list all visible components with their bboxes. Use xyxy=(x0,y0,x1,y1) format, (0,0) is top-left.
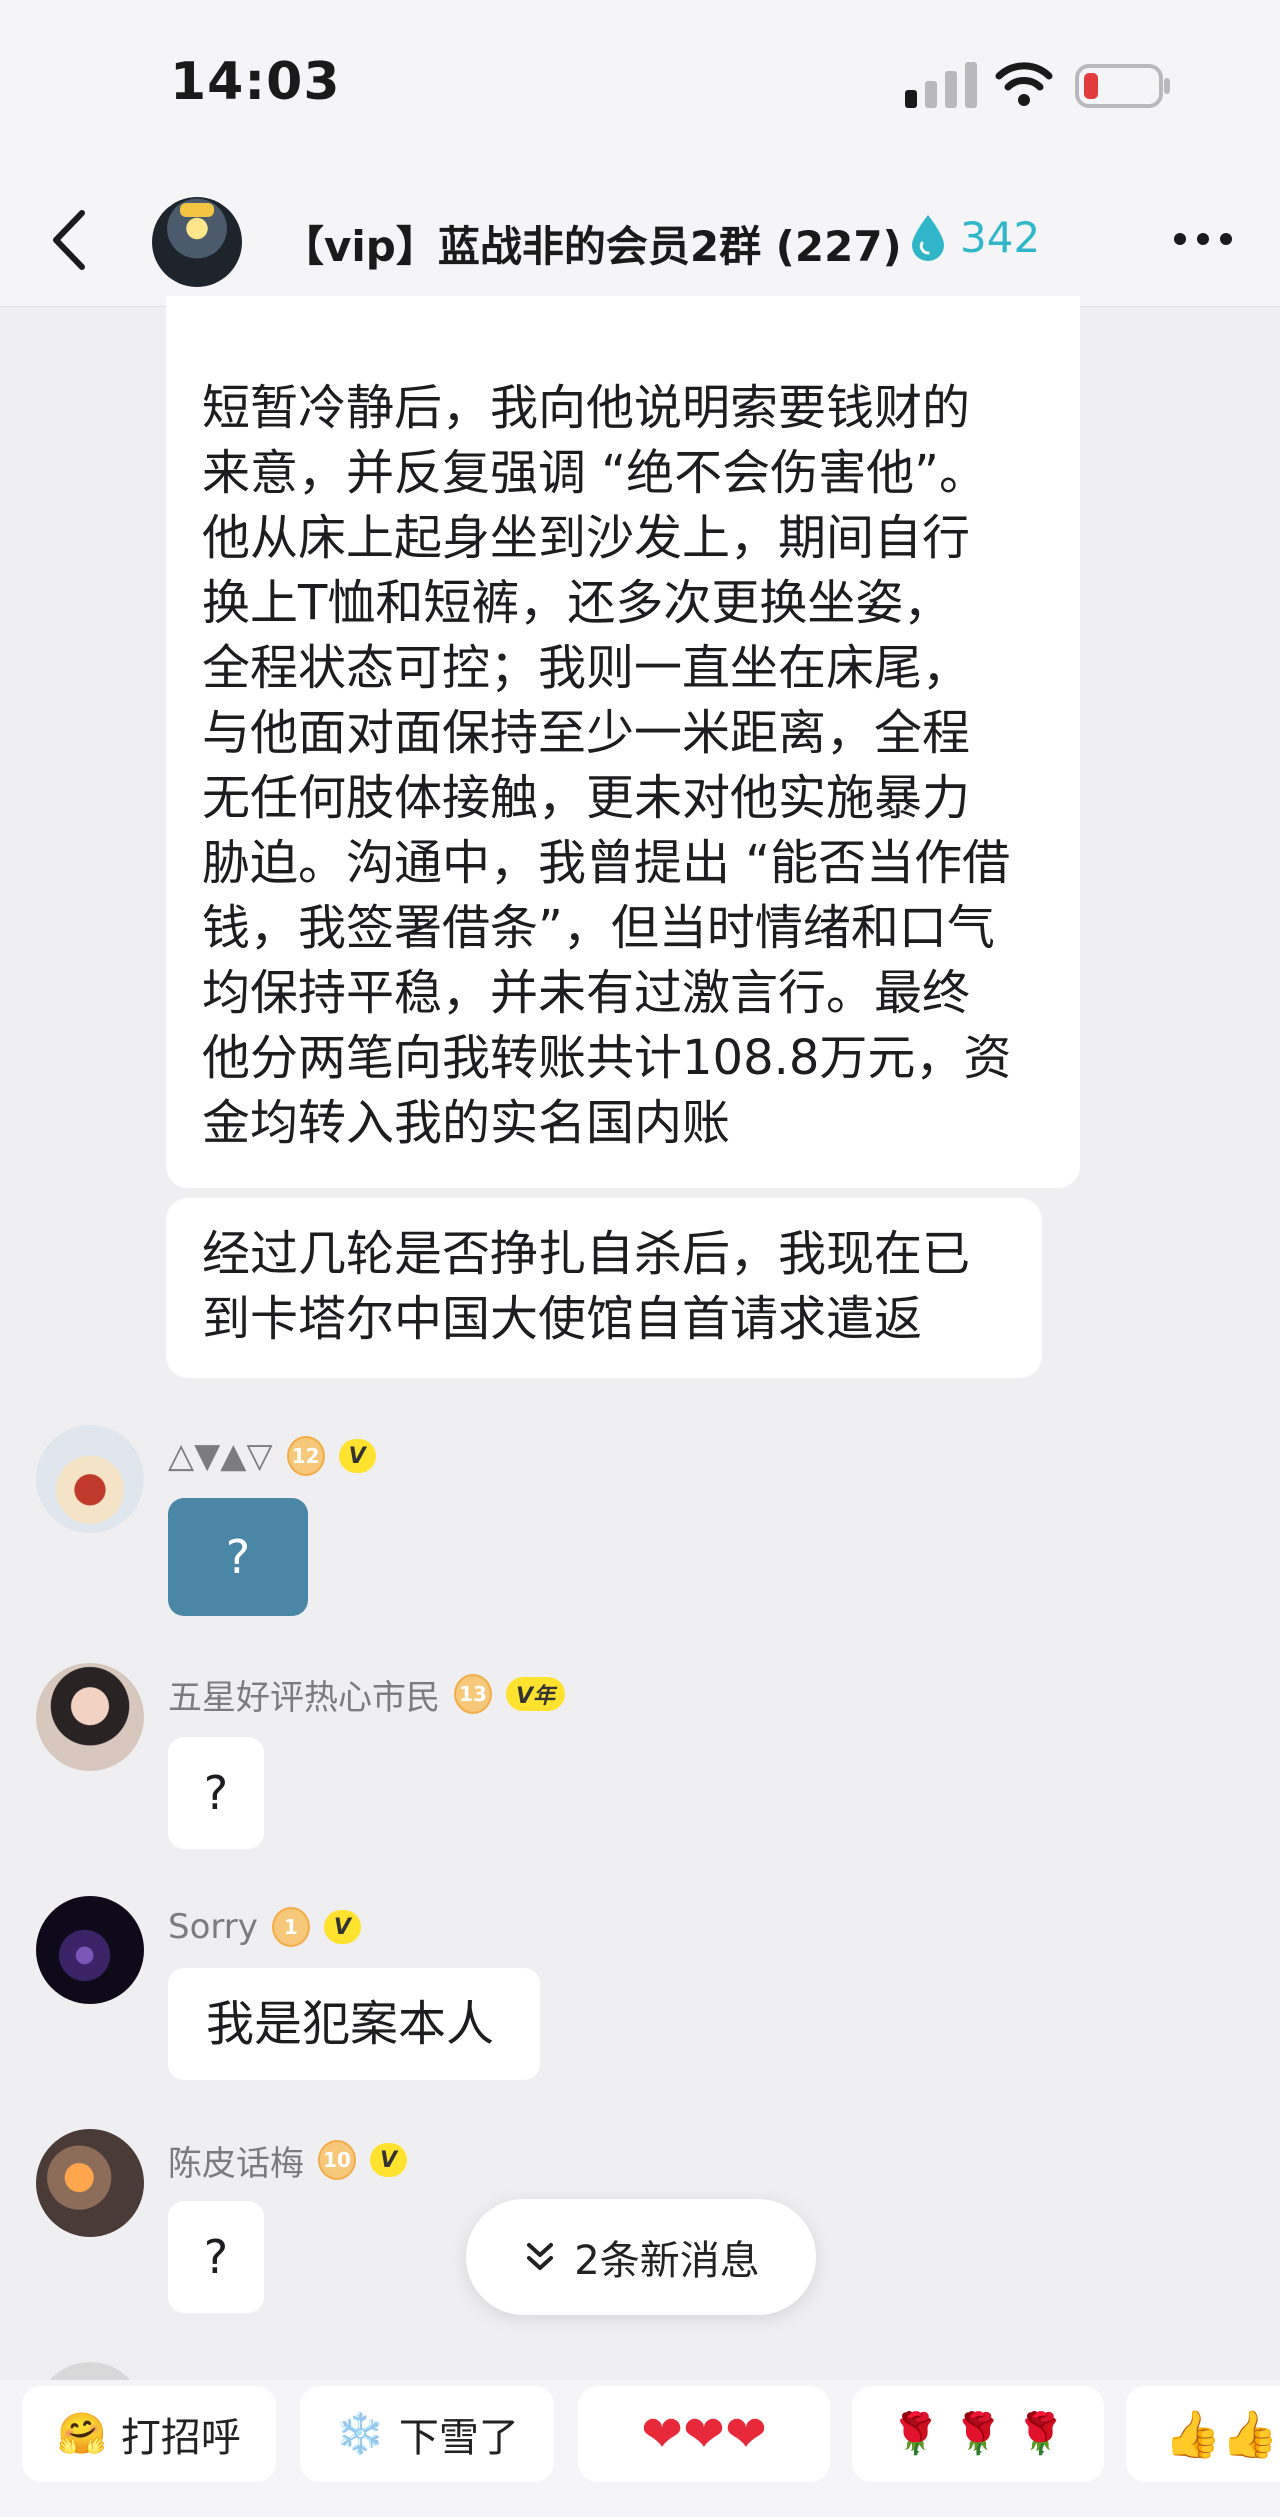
vip-badge: V xyxy=(323,1910,361,1944)
level-badge: 1 xyxy=(271,1907,310,1947)
avatar[interactable] xyxy=(36,1425,144,1533)
water-drop-icon xyxy=(912,215,944,261)
sender-name[interactable]: △▼▲▽ xyxy=(168,1436,273,1476)
message-line: 全程状态可控；我则一直坐在床尾， xyxy=(202,640,971,696)
sender-info: △▼▲▽ 12 V xyxy=(168,1434,376,1478)
new-messages-label: 2条新消息 xyxy=(574,2238,760,2284)
roses-emoji-icon: 🌹 🌹 🌹 xyxy=(890,2411,1066,2457)
sender-info: 陈皮话梅 10 V xyxy=(168,2136,408,2185)
quick-reply-hearts[interactable]: ❤❤❤ xyxy=(578,2386,830,2482)
vip-badge: V年 xyxy=(506,1677,566,1711)
sender-info: Sorry 1 V xyxy=(168,1905,361,1949)
message-line: 无任何肢体接触，更未对他实施暴力 xyxy=(202,770,971,826)
quick-reply-thumbs[interactable]: 👍👍 xyxy=(1126,2386,1280,2482)
message-line: 他从床上起身坐到沙发上，期间自行 xyxy=(202,510,971,566)
sender-name[interactable]: 五星好评热心市民 xyxy=(168,1670,440,1719)
chat-screen: 14:03 【vip】蓝战非的会员2群 (227) 342 短暂冷静后，我向他说… xyxy=(0,0,1280,2517)
message-bubble[interactable]: ? xyxy=(168,1498,308,1616)
message-line: 钱，我签署借条”，但当时情绪和口气 xyxy=(202,900,995,956)
level-badge: 12 xyxy=(286,1436,325,1476)
wifi-icon xyxy=(995,62,1053,106)
message-bubble-long[interactable]: 短暂冷静后，我向他说明索要钱财的 来意，并反复强调 “绝不会伤害他”。 他从床上… xyxy=(166,296,1080,1188)
chat-header: 【vip】蓝战非的会员2群 (227) 342 xyxy=(0,175,1280,307)
message-bubble[interactable]: 我是犯案本人 xyxy=(168,1968,540,2080)
cellular-signal-icon xyxy=(905,62,977,108)
hearts-emoji-icon: ❤❤❤ xyxy=(641,2405,767,2463)
more-options-icon[interactable] xyxy=(1172,229,1234,249)
message-line: 来意，并反复强调 “绝不会伤害他”。 xyxy=(202,445,987,501)
battery-low-icon xyxy=(1075,64,1170,108)
back-arrow-icon[interactable] xyxy=(44,207,94,273)
level-badge: 10 xyxy=(318,2140,356,2180)
snowflake-emoji-icon: ❄️ xyxy=(335,2411,385,2457)
thumbs-up-emoji-icon: 👍👍 xyxy=(1164,2407,1279,2461)
status-time: 14:03 xyxy=(170,52,341,112)
sender-name[interactable]: 陈皮话梅 xyxy=(168,2136,304,2185)
quick-reply-label: 下雪了 xyxy=(398,2415,519,2461)
quick-reply-snow[interactable]: ❄️ 下雪了 xyxy=(300,2386,554,2482)
avatar[interactable] xyxy=(36,1663,144,1771)
level-badge: 13 xyxy=(454,1674,492,1714)
message-line: 经过几轮是否挣扎自杀后，我现在已 xyxy=(202,1226,971,1282)
group-title[interactable]: 【vip】蓝战非的会员2群 (227) xyxy=(282,213,902,274)
new-messages-button[interactable]: 2条新消息 xyxy=(466,2199,816,2315)
quick-reply-label: 打招呼 xyxy=(120,2415,241,2461)
message-bubble-followup[interactable]: 经过几轮是否挣扎自杀后，我现在已 到卡塔尔中国大使馆自首请求遣返 xyxy=(166,1198,1042,1378)
sender-name[interactable]: Sorry xyxy=(168,1907,258,1947)
message-line: 换上T恤和短裤，还多次更换坐姿， xyxy=(202,575,952,631)
quick-reply-roses[interactable]: 🌹 🌹 🌹 xyxy=(852,2386,1104,2482)
avatar[interactable] xyxy=(36,1896,144,2004)
vip-badge: V xyxy=(370,2143,408,2177)
message-line: 胁迫。沟通中，我曾提出 “能否当作借 xyxy=(202,835,1011,891)
group-avatar[interactable] xyxy=(152,197,242,287)
hug-emoji-icon: 🤗 xyxy=(57,2411,107,2457)
message-line: 与他面对面保持至少一米距离，全程 xyxy=(202,705,971,761)
message-line: 他分两笔向我转账共计108.8万元，资 xyxy=(202,1030,1012,1086)
message-line: 到卡塔尔中国大使馆自首请求遣返 xyxy=(202,1291,923,1347)
message-bubble[interactable]: ? xyxy=(168,1737,264,1849)
message-bubble[interactable]: ? xyxy=(168,2201,264,2313)
message-line: 均保持平稳，并未有过激言行。最终 xyxy=(202,965,971,1021)
avatar[interactable] xyxy=(36,2129,144,2237)
status-bar: 14:03 xyxy=(0,0,1280,175)
sender-info: 五星好评热心市民 13 V年 xyxy=(168,1670,566,1719)
double-chevron-down-icon xyxy=(527,2243,554,2270)
message-line: 短暂冷静后，我向他说明索要钱财的 xyxy=(202,380,971,436)
vip-badge: V xyxy=(338,1439,376,1473)
quick-reply-greet[interactable]: 🤗 打招呼 xyxy=(22,2386,276,2482)
message-line: 金均转入我的实名国内账 xyxy=(202,1095,731,1151)
heat-count: 342 xyxy=(960,213,1041,262)
